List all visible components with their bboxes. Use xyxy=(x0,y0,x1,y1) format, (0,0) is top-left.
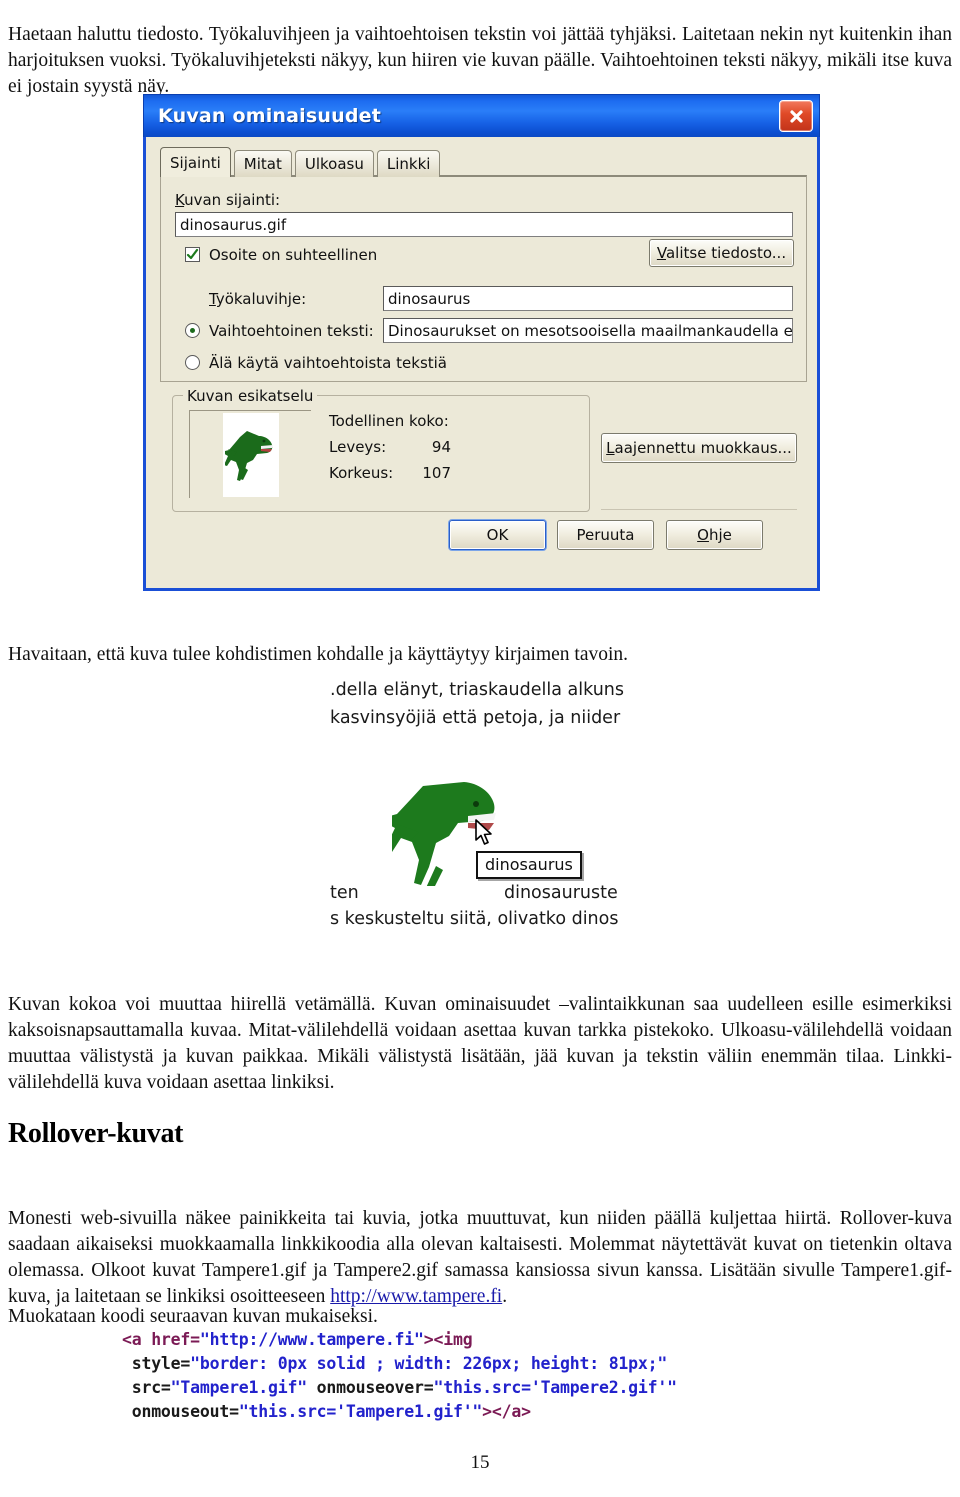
ok-button[interactable]: OK xyxy=(449,520,546,550)
code-token: ><img xyxy=(423,1330,473,1349)
tab-linkki[interactable]: Linkki xyxy=(376,150,441,177)
image-preview-group-label: Kuvan esikatselu xyxy=(183,387,318,405)
code-token: "Tampere1.gif" xyxy=(170,1378,307,1397)
alt-text-radio[interactable] xyxy=(185,323,200,338)
clip-text-line-3: ten xyxy=(330,883,359,903)
code-token: <a xyxy=(122,1330,152,1349)
button-separator xyxy=(601,509,797,510)
image-size-info: Todellinen koko: Leveys: 94 Korkeus: 107 xyxy=(329,408,451,486)
width-value: 94 xyxy=(431,438,451,456)
code-token: ></a> xyxy=(482,1402,531,1421)
code-line: onmouseout="this.src='Tampere1.gif'"></a… xyxy=(122,1400,677,1424)
tooltip-popup-text: dinosaurus xyxy=(485,855,573,874)
tab-ulkoasu[interactable]: Ulkoasu xyxy=(294,150,374,177)
dialog-body: Sijainti Mitat Ulkoasu Linkki Kuvan sija… xyxy=(146,137,817,588)
tab-label: Mitat xyxy=(243,155,282,173)
image-preview-frame xyxy=(189,410,311,498)
image-properties-dialog: Kuvan ominaisuudet Sijainti Mitat Ulkoas… xyxy=(143,94,820,591)
help-button-label: Ohje xyxy=(697,526,732,544)
clip-text-line-1: .della elänyt, triaskaudella alkuns xyxy=(330,680,625,700)
image-location-label: Kuvan sijainti: xyxy=(175,191,281,209)
ok-button-label: OK xyxy=(486,526,509,544)
alt-text-input[interactable]: Dinosaurukset on mesotsooisella maailman… xyxy=(383,318,793,343)
dialog-tabs: Sijainti Mitat Ulkoasu Linkki xyxy=(160,147,441,177)
dialog-title: Kuvan ominaisuudet xyxy=(158,105,382,127)
code-token: "this.src='Tampere1.gif'" xyxy=(238,1402,483,1421)
height-value: 107 xyxy=(422,464,451,482)
real-size-row: Todellinen koko: xyxy=(329,408,451,434)
paragraph-after-screenshot: Kuvan kokoa voi muuttaa hiirellä vetämäl… xyxy=(8,993,952,1093)
code-line: src="Tampere1.gif" onmouseover="this.src… xyxy=(122,1376,677,1400)
dinosaur-preview-image xyxy=(222,412,279,497)
tooltip-input[interactable]: dinosaurus xyxy=(383,286,793,311)
tab-sijainti[interactable]: Sijainti xyxy=(160,147,231,177)
choose-file-button-label: Valitse tiedosto... xyxy=(656,244,787,262)
paragraph-intro: Haetaan haluttu tiedosto. Työkaluvihjeen… xyxy=(8,23,952,97)
radio-dot xyxy=(190,328,195,333)
choose-file-button[interactable]: Valitse tiedosto... xyxy=(649,239,794,267)
image-location-value: dinosaurus.gif xyxy=(180,215,287,234)
cancel-button-label: Peruuta xyxy=(576,526,635,544)
alt-text-value: Dinosaurukset on mesotsooisella maailman… xyxy=(388,321,793,340)
tooltip-label: Työkaluvihje: xyxy=(209,290,307,308)
width-row: Leveys: 94 xyxy=(329,434,451,460)
height-row: Korkeus: 107 xyxy=(329,460,451,486)
tooltip-value: dinosaurus xyxy=(388,289,471,308)
cancel-button[interactable]: Peruuta xyxy=(557,520,654,550)
screenshot-tooltip-demo: .della elänyt, triaskaudella alkuns kasv… xyxy=(324,676,624,930)
image-location-label-rest: uvan sijainti: xyxy=(184,191,281,209)
real-size-label: Todellinen koko: xyxy=(329,412,449,430)
page-title: Rollover-kuvat xyxy=(8,1118,184,1149)
document-page: Haetaan haluttu tiedosto. Työkaluvihjeen… xyxy=(0,0,960,1497)
code-sample-block: <a href="http://www.tampere.fi"><img sty… xyxy=(122,1328,677,1424)
tab-label: Ulkoasu xyxy=(304,155,364,173)
code-token: "http://www.tampere.fi" xyxy=(199,1330,424,1349)
clip-text-line-5: s keskusteltu siitä, olivatko dinos xyxy=(330,909,619,929)
dialog-titlebar: Kuvan ominaisuudet xyxy=(143,94,820,137)
page-number: 15 xyxy=(470,1452,490,1473)
mouse-pointer-icon xyxy=(474,819,494,852)
tooltip-popup: dinosaurus xyxy=(476,851,582,879)
advanced-edit-button[interactable]: Laajennettu muokkaus... xyxy=(601,433,797,463)
paragraph-last: Muokataan koodi seuraavan kuvan mukaisek… xyxy=(8,1305,378,1327)
tab-label: Linkki xyxy=(386,155,431,173)
relative-address-checkbox[interactable] xyxy=(185,247,200,262)
advanced-edit-button-label: Laajennettu muokkaus... xyxy=(606,439,792,457)
code-token: onmouseover= xyxy=(306,1378,434,1397)
code-line: <a href="http://www.tampere.fi"><img xyxy=(122,1328,677,1352)
no-alt-text-radio[interactable] xyxy=(185,355,200,370)
code-token: "border: 0px solid ; width: 226px; heigh… xyxy=(190,1354,668,1373)
tab-panel-sijainti: Kuvan sijainti: dinosaurus.gif Osoite on… xyxy=(160,175,807,382)
tab-label: Sijainti xyxy=(170,153,221,172)
clip-text-line-2: kasvinsyöjiä että petoja, ja niider xyxy=(330,708,621,728)
paragraph-rollover: Monesti web-sivuilla näkee painikkeita t… xyxy=(8,1206,952,1310)
code-token: "this.src='Tampere2.gif'" xyxy=(433,1378,678,1397)
width-label: Leveys: xyxy=(329,438,387,456)
height-label: Korkeus: xyxy=(329,464,394,482)
alt-text-label: Vaihtoehtoinen teksti: xyxy=(209,322,374,340)
image-preview-group: Kuvan esikatselu Todellinen koko: Leveys… xyxy=(172,387,590,512)
no-alt-text-label: Älä käytä vaihtoehtoista tekstiä xyxy=(209,354,447,372)
image-location-input[interactable]: dinosaurus.gif xyxy=(175,212,793,237)
close-icon[interactable] xyxy=(779,100,813,132)
code-token: href= xyxy=(151,1330,200,1349)
relative-address-label: Osoite on suhteellinen xyxy=(209,246,378,264)
clip-text-line-4: dinosauruste xyxy=(504,883,618,903)
help-button[interactable]: Ohje xyxy=(666,520,763,550)
code-token: src= xyxy=(122,1378,171,1397)
code-token: onmouseout= xyxy=(122,1402,239,1421)
tab-mitat[interactable]: Mitat xyxy=(233,150,292,177)
code-token: style= xyxy=(122,1354,191,1373)
paragraph-after-dialog: Havaitaan, että kuva tulee kohdistimen k… xyxy=(8,643,629,665)
code-line: style="border: 0px solid ; width: 226px;… xyxy=(122,1352,677,1376)
